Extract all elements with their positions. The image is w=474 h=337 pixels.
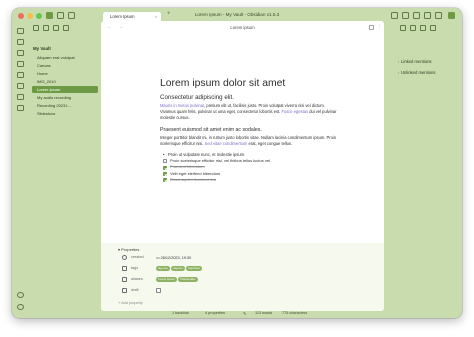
file-item[interactable]: Slideshow [32,110,98,117]
unlinked-mentions[interactable]: Unlinked mentions [401,70,435,75]
tag-pill[interactable]: tag-two [171,266,185,271]
new-note-icon[interactable] [33,25,39,31]
chevron-right-icon[interactable]: › [398,70,399,75]
paragraph-2: Integer porttitor blandit mi, in rutrum … [160,135,340,147]
task-checkbox-checked[interactable] [163,171,168,176]
task-text: Proin scelerisque efficitur nisi, vel fi… [170,158,272,164]
ribbon [12,24,29,318]
graph-icon[interactable] [17,39,24,45]
paragraph-1: Mauris in metus pulvinar, pretium elit u… [160,103,340,122]
note-heading-1: Lorem ipsum dolor sit amet [160,78,286,89]
property-value[interactable]: tag-one tag-two tag-three [156,266,203,271]
note-heading-2: Consectetur adipiscing elit. [160,94,234,101]
templates-icon[interactable] [17,72,24,78]
editor-pane: ← → Lorem ipsum ⋮ Lorem ipsum dolor sit … [101,21,384,311]
status-properties[interactable]: 4 properties [205,311,225,315]
properties-header[interactable]: ▾ Properties [118,247,139,252]
outline-icon[interactable] [430,25,436,31]
tab-lorem-ipsum[interactable]: Lorem Ipsum × [103,12,161,21]
task-checkbox-checked[interactable] [163,165,168,170]
task-text: Velit eget eleifend bibendum [170,170,221,176]
property-name[interactable]: tags [131,266,138,270]
tag-icon [122,266,127,271]
right-panel-icon-1[interactable] [391,12,398,19]
file-item[interactable]: Home [32,70,98,77]
reading-view-icon[interactable] [369,25,374,30]
tag-pill[interactable]: tag-one [156,266,170,271]
paragraph-text: erat, eget congue tellus. [247,140,293,146]
property-name[interactable]: draft [131,288,139,292]
task-checkbox-checked[interactable] [163,178,168,183]
tab-label: Lorem Ipsum [110,14,135,19]
tab-close-icon[interactable]: × [155,12,157,21]
file-item[interactable]: My audio recording [32,94,98,101]
checkbox-property-icon [122,288,127,293]
new-tab-button[interactable]: + [167,11,171,17]
files-icon[interactable] [17,28,24,34]
file-item[interactable]: Aliquam erat volutpat [32,54,98,61]
status-words: 113 words [255,311,273,315]
task-item: Risus sapien tincidunt nisi [163,177,340,183]
note-heading-3: Praesent euismod sit amet enim ac sodale… [160,126,262,133]
more-options-icon[interactable]: ⋮ [377,25,382,30]
properties-header-label: Properties [121,247,140,252]
settings-icon[interactable] [17,304,24,310]
file-item-active[interactable]: Lorem Ipsum [32,86,98,93]
clock-icon [122,255,127,260]
forward-arrow-icon [122,277,127,282]
right-sidebar-toggle-icon[interactable] [448,12,455,19]
file-item[interactable]: IMG_2010 [32,78,98,85]
pencil-icon[interactable]: ✎ [243,311,246,316]
file-item[interactable]: Canvas [32,62,98,69]
daily-note-icon[interactable] [17,61,24,67]
right-panel-icon-3[interactable] [413,12,420,19]
right-panel-icon-5[interactable] [435,12,442,19]
tag-pill[interactable]: tag-three [186,266,202,271]
draft-checkbox[interactable] [156,288,161,293]
outgoing-links-icon[interactable] [410,25,416,31]
status-characters: 775 characters [282,311,308,315]
audio-recorder-icon[interactable] [17,94,24,100]
right-panel-icon-4[interactable] [424,12,431,19]
right-sidebar: › Linked mentions › Unlinked mentions [384,24,462,318]
property-date: 28/12/2023, 19:30 [160,256,192,260]
help-icon[interactable] [17,292,24,298]
add-property-button[interactable]: + Add property [118,301,143,305]
alias-pill[interactable]: Lorem Ipsum [156,277,177,282]
task-text: Risus sapien tincidunt nisi [170,176,217,182]
internal-link[interactable]: Fusce egestas [281,109,308,114]
slides-icon[interactable] [17,105,24,111]
command-palette-icon[interactable] [17,83,24,89]
right-panel-icon-2[interactable] [402,12,409,19]
note-content[interactable]: Lorem ipsum dolor sit amet Consectetur a… [160,78,340,183]
linked-mentions[interactable]: Linked mentions [401,59,432,64]
app-window: Lorem Ipsum - My Vault - Obsidian v1.5.3… [12,8,462,318]
status-backlinks[interactable]: 1 backlink [172,311,189,315]
canvas-icon[interactable] [17,50,24,56]
properties-panel: ▾ Properties created ▭ 28/12/2023, 19:30… [101,243,384,311]
backlinks-icon[interactable] [400,25,406,31]
file-explorer: My Vault Aliquam erat volutpat Canvas Ho… [29,24,100,318]
file-item[interactable]: Recording 20231... [32,102,98,109]
vault-name[interactable]: My Vault [33,46,51,51]
new-folder-icon[interactable] [43,25,49,31]
tags-pane-icon[interactable] [420,25,426,31]
internal-link[interactable]: Mauris in metus pulvinar [160,103,204,108]
property-name[interactable]: created [131,255,144,259]
alias-pill[interactable]: Placeholder [178,277,198,282]
collapse-icon[interactable] [63,25,69,31]
task-text: Praesent bibendum [170,164,205,170]
sort-icon[interactable] [53,25,59,31]
task-checkbox[interactable] [163,159,168,164]
view-header-title[interactable]: Lorem ipsum [101,25,384,30]
property-value[interactable]: ▭ 28/12/2023, 19:30 [156,255,191,260]
property-value[interactable]: Lorem Ipsum Placeholder [156,277,199,282]
chevron-right-icon[interactable]: › [398,59,399,64]
property-name[interactable]: aliases [131,277,143,281]
internal-link[interactable]: Sed vitae condimentum [205,141,248,146]
